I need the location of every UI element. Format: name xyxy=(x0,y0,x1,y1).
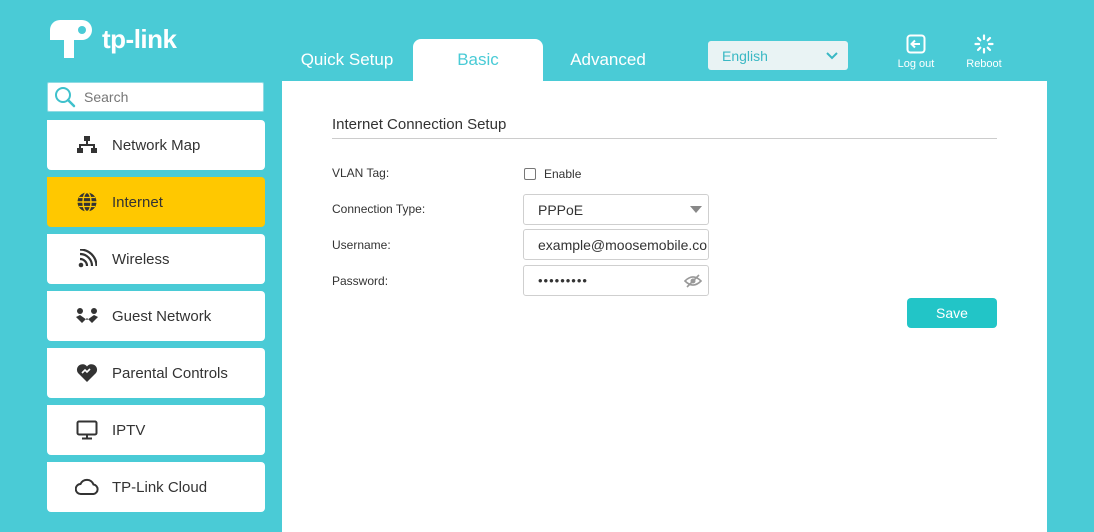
logout-icon xyxy=(906,34,926,54)
main-panel: Internet Connection Setup VLAN Tag: Enab… xyxy=(282,81,1047,532)
eye-slash-icon[interactable] xyxy=(684,273,702,288)
sidebar-item-label: Parental Controls xyxy=(112,364,228,382)
sidebar: Network Map Internet Wireless Guest Netw… xyxy=(47,120,265,519)
password-label: Password: xyxy=(332,274,389,288)
top-tabs: Quick Setup Basic Advanced xyxy=(282,39,673,81)
tab-quick-setup[interactable]: Quick Setup xyxy=(282,39,412,81)
checkbox-label: Enable xyxy=(544,167,582,181)
wireless-icon xyxy=(75,247,99,271)
username-label: Username: xyxy=(332,238,391,252)
checkbox-box[interactable] xyxy=(524,168,536,180)
sidebar-item-network-map[interactable]: Network Map xyxy=(47,120,265,170)
sidebar-item-iptv[interactable]: IPTV xyxy=(47,405,265,455)
search-placeholder: Search xyxy=(84,89,129,105)
logout-label: Log out xyxy=(897,58,935,70)
section-divider xyxy=(332,138,997,139)
globe-icon xyxy=(75,190,99,214)
language-select[interactable]: English xyxy=(708,41,848,70)
username-field[interactable]: example@moosemobile.com xyxy=(523,229,709,260)
sidebar-item-internet[interactable]: Internet xyxy=(47,177,265,227)
language-selected: English xyxy=(722,47,768,64)
search-icon xyxy=(55,87,76,108)
tp-link-logo-icon xyxy=(50,20,92,58)
connection-type-select[interactable]: PPPoE xyxy=(523,194,709,225)
tab-advanced[interactable]: Advanced xyxy=(543,39,673,81)
connection-type-label: Connection Type: xyxy=(332,202,426,216)
vlan-enable-checkbox[interactable]: Enable xyxy=(524,167,581,181)
section-title: Internet Connection Setup xyxy=(332,116,507,133)
sidebar-item-tp-link-cloud[interactable]: TP-Link Cloud xyxy=(47,462,265,512)
reboot-label: Reboot xyxy=(966,58,1002,70)
tab-basic[interactable]: Basic xyxy=(413,39,543,81)
network-map-icon xyxy=(75,133,99,157)
search-input[interactable]: Search xyxy=(47,82,264,112)
sidebar-item-guest-network[interactable]: Guest Network xyxy=(47,291,265,341)
connection-type-value: PPPoE xyxy=(538,201,584,218)
sidebar-item-label: Network Map xyxy=(112,136,201,154)
reboot-icon xyxy=(974,34,994,54)
sidebar-item-parental-controls[interactable]: Parental Controls xyxy=(47,348,265,398)
sidebar-item-label: Guest Network xyxy=(112,307,212,325)
sidebar-item-wireless[interactable]: Wireless xyxy=(47,234,265,284)
heart-icon xyxy=(75,361,99,385)
password-value: ••••••••• xyxy=(538,273,588,288)
sidebar-item-label: IPTV xyxy=(112,421,146,439)
tp-link-logo: tp-link xyxy=(46,16,177,62)
chevron-down-icon xyxy=(826,51,838,59)
sidebar-item-label: Wireless xyxy=(112,250,170,268)
username-value: example@moosemobile.com xyxy=(538,236,709,253)
vlan-tag-label: VLAN Tag: xyxy=(332,166,390,180)
sidebar-item-label: TP-Link Cloud xyxy=(112,478,208,496)
sidebar-item-label: Internet xyxy=(112,193,163,211)
password-field[interactable]: ••••••••• xyxy=(523,265,709,296)
logo-text: tp-link xyxy=(102,23,177,54)
logout-button[interactable]: Log out xyxy=(886,34,946,70)
reboot-button[interactable]: Reboot xyxy=(954,34,1014,70)
cloud-icon xyxy=(75,475,99,499)
guest-network-icon xyxy=(75,304,99,328)
caret-down-icon xyxy=(690,206,702,213)
save-button[interactable]: Save xyxy=(907,298,997,328)
monitor-icon xyxy=(75,418,99,442)
